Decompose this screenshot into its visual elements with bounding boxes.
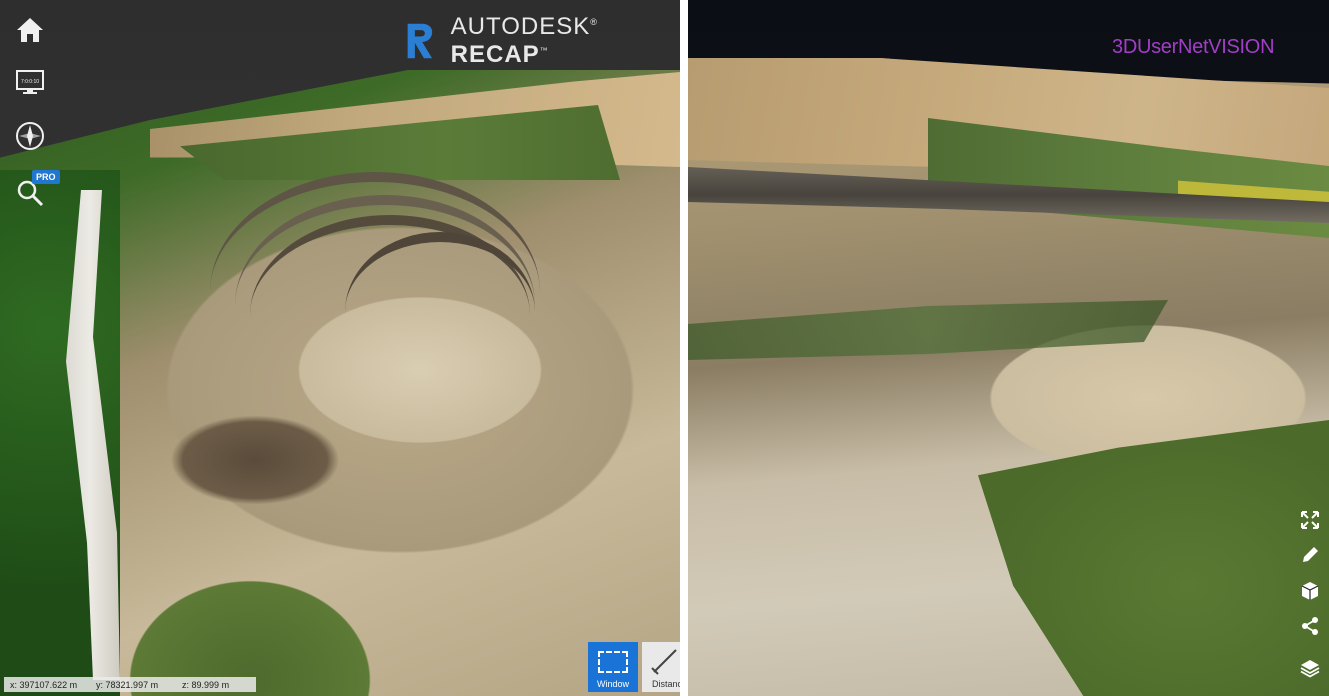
brand-logo: 3DUserNetVISION [1112, 36, 1275, 58]
recap-r-icon [407, 23, 433, 59]
coord-y: y: 78321.997 m [96, 679, 159, 690]
compass-button[interactable] [12, 118, 48, 154]
recap-logo: AUTODESK® RECAP™ [404, 13, 680, 68]
monitor-icon: 7:0:0:10 [16, 70, 44, 94]
coord-y-value: 78321.997 [105, 679, 149, 690]
pencil-icon [1303, 547, 1318, 562]
coord-x-value: 397107.622 [19, 679, 68, 690]
coord-x: x: 397107.622 m [10, 679, 78, 690]
layers-icon [1300, 660, 1320, 678]
layers-button[interactable] [1298, 656, 1322, 680]
coordinate-readout: x: 397107.622 m y: 78321.997 m z: 89.999… [4, 677, 256, 692]
fullscreen-button[interactable] [1298, 508, 1322, 532]
vision-viewport[interactable]: 3DUserNetVISION [688, 0, 1329, 696]
recap-label: RECAP [450, 41, 540, 68]
home-button[interactable] [12, 12, 48, 48]
recap-wordmark: AUTODESK® RECAP™ [451, 13, 680, 69]
measure-line-icon [651, 649, 677, 675]
share-button[interactable] [1298, 614, 1322, 638]
fullscreen-icon [1301, 511, 1319, 529]
compass-icon [16, 122, 44, 150]
monitor-label: 7:0:0:10 [21, 79, 39, 85]
share-icon [1302, 617, 1318, 635]
recap-viewport[interactable]: 7:0:0:10 PRO AUTODESK® RECAP™ x: 397107.… [0, 0, 680, 696]
model-button[interactable] [1298, 579, 1322, 603]
selection-box-icon [598, 651, 628, 673]
distance-button[interactable]: Distanc [642, 642, 680, 692]
monitor-button[interactable]: 7:0:0:10 [12, 64, 48, 100]
coord-z-value: 89.999 [191, 679, 220, 690]
cube-icon [1301, 582, 1319, 600]
home-icon [17, 18, 43, 42]
pro-badge: PRO [32, 170, 60, 184]
distance-label: Distanc [652, 679, 680, 689]
window-select-button[interactable]: Window [588, 642, 638, 692]
soil-patch [170, 415, 340, 505]
edit-button[interactable] [1298, 543, 1322, 567]
registered-mark: ® [590, 17, 598, 27]
trademark-mark: ™ [539, 46, 549, 55]
window-label: Window [596, 679, 629, 689]
autodesk-label: AUTODESK [450, 13, 591, 40]
split-divider[interactable] [680, 0, 688, 696]
coord-z: z: 89.999 m [182, 679, 230, 690]
